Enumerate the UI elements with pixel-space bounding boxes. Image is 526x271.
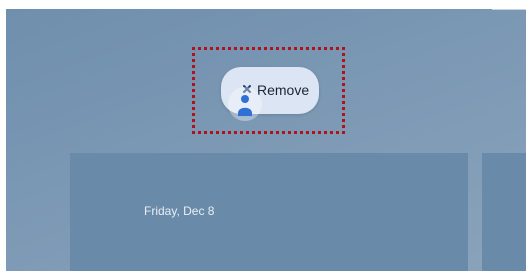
dragged-app-icon[interactable] <box>228 87 262 121</box>
widget-date-text: Friday, Dec 8 <box>144 204 215 218</box>
remove-label: Remove <box>257 82 310 98</box>
home-screen: Friday, Dec 8 Remove <box>6 9 526 271</box>
side-widget-card[interactable] <box>482 153 526 271</box>
date-widget-card[interactable]: Friday, Dec 8 <box>70 153 468 271</box>
top-edge-strip <box>492 9 526 10</box>
person-icon <box>238 95 252 116</box>
